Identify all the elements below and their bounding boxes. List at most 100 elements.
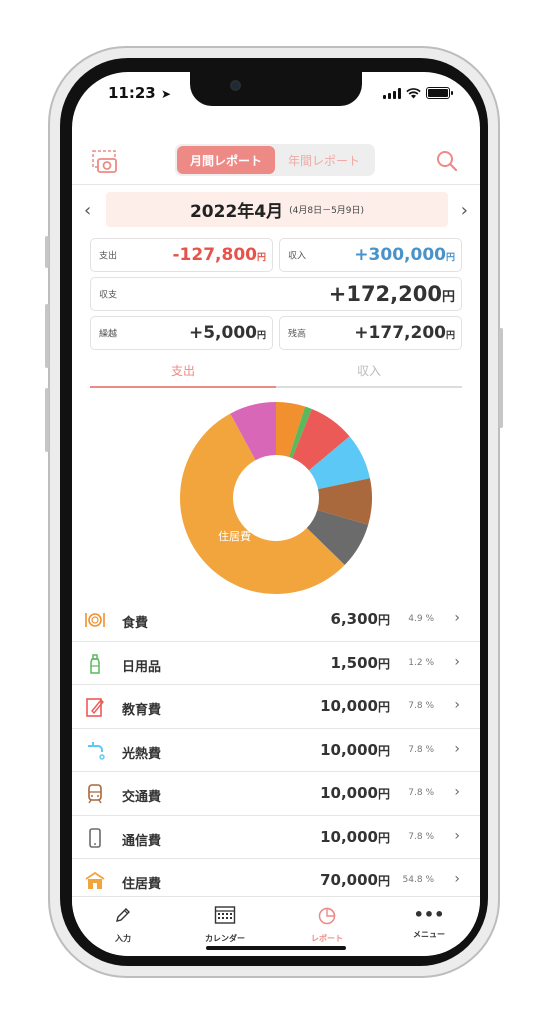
category-amount-value: 10,000 bbox=[320, 827, 378, 846]
category-percent: 54.8 % bbox=[402, 875, 434, 885]
month-selector: ‹ 2022年4月 (4月8日－5月9日) › bbox=[72, 192, 480, 228]
tabbar-input[interactable]: 入力 bbox=[72, 897, 174, 956]
category-amount: 70,000円 bbox=[320, 871, 390, 889]
more-dots-icon: ••• bbox=[413, 905, 445, 924]
category-amount-unit: 円 bbox=[377, 787, 390, 801]
category-percent: 7.8 % bbox=[408, 788, 434, 798]
chevron-right-icon: › bbox=[454, 827, 460, 844]
volume-up-button bbox=[45, 304, 49, 368]
category-amount-unit: 円 bbox=[377, 874, 390, 888]
chevron-right-icon: › bbox=[454, 653, 460, 670]
wifi-icon bbox=[406, 87, 421, 98]
prev-month-button[interactable]: ‹ bbox=[84, 200, 91, 221]
category-amount-value: 10,000 bbox=[320, 697, 378, 715]
screenshot-camera-icon[interactable] bbox=[92, 150, 118, 174]
expense-value: -127,800円 bbox=[172, 245, 266, 265]
category-amount-value: 10,000 bbox=[320, 740, 378, 759]
bottle-icon bbox=[84, 653, 106, 675]
category-name: 食費 bbox=[122, 616, 149, 631]
screen: 11:23 ➤ 月間レポート 年間レポート ‹ 2022年4月 (4月8日－5月… bbox=[72, 72, 480, 956]
tab-monthly-report[interactable]: 月間レポート bbox=[177, 146, 275, 174]
train-icon bbox=[84, 783, 106, 805]
remaining-value: +177,200円 bbox=[354, 323, 455, 343]
category-row-1[interactable]: 日用品 1,500円 1.2 % › bbox=[72, 642, 480, 685]
remaining-unit: 円 bbox=[445, 331, 455, 341]
category-name: 交通費 bbox=[122, 790, 162, 805]
tab-yearly-report[interactable]: 年間レポート bbox=[275, 146, 373, 174]
chevron-right-icon: › bbox=[454, 871, 460, 887]
category-amount: 6,300円 bbox=[331, 610, 390, 628]
calendar-icon bbox=[214, 906, 236, 924]
remaining-amount: +177,200 bbox=[354, 323, 446, 343]
carryover-unit: 円 bbox=[256, 331, 266, 341]
bottom-tab-bar: 入力 カレンダー レポート ••• メニュー bbox=[72, 896, 480, 956]
expense-amount: -127,800 bbox=[172, 245, 257, 265]
tabbar-menu[interactable]: ••• メニュー bbox=[378, 897, 480, 956]
volume-down-button bbox=[45, 388, 49, 452]
category-amount: 10,000円 bbox=[320, 784, 390, 802]
month-pill[interactable]: 2022年4月 (4月8日－5月9日) bbox=[106, 192, 448, 227]
month-range: (4月8日－5月9日) bbox=[289, 206, 365, 216]
category-name: 通信費 bbox=[122, 833, 162, 849]
category-amount-value: 10,000 bbox=[320, 784, 378, 802]
income-card: 収入 +300,000円 bbox=[279, 238, 462, 272]
battery-icon bbox=[426, 87, 453, 99]
notch bbox=[190, 72, 362, 106]
expense-card: 支出 -127,800円 bbox=[90, 238, 273, 272]
silent-switch bbox=[45, 236, 49, 268]
chevron-right-icon: › bbox=[454, 697, 460, 713]
category-row-2[interactable]: 教育費 10,000円 7.8 % › bbox=[72, 685, 480, 729]
category-amount-value: 70,000 bbox=[320, 871, 378, 889]
tabbar-input-label: 入力 bbox=[115, 934, 131, 943]
report-segment-control: 月間レポート 年間レポート bbox=[175, 144, 375, 176]
chevron-right-icon: › bbox=[454, 784, 460, 800]
power-button bbox=[499, 328, 503, 428]
category-row-5[interactable]: 通信費 10,000円 7.8 % › bbox=[72, 816, 480, 859]
tabbar-menu-label: メニュー bbox=[413, 930, 445, 939]
category-amount-unit: 円 bbox=[377, 700, 390, 714]
balance-value: +172,200円 bbox=[329, 282, 455, 306]
category-amount: 10,000円 bbox=[320, 741, 390, 759]
income-value: +300,000円 bbox=[354, 245, 455, 265]
category-row-0[interactable]: 食費 6,300円 4.9 % › bbox=[72, 598, 480, 642]
tab-expense[interactable]: 支出 bbox=[90, 362, 276, 388]
house-icon bbox=[84, 870, 106, 892]
category-row-3[interactable]: 光熱費 10,000円 7.8 % › bbox=[72, 729, 480, 772]
tabbar-calendar-label: カレンダー bbox=[205, 934, 245, 943]
remaining-label: 残高 bbox=[288, 329, 307, 340]
notebook-pencil-icon bbox=[84, 696, 106, 718]
home-indicator bbox=[206, 946, 346, 950]
fork-knife-icon bbox=[84, 609, 106, 631]
category-list: 食費 6,300円 4.9 % › 日用品 1,500円 1.2 % › 教育費 10,000円 7… bbox=[72, 598, 480, 903]
expense-unit: 円 bbox=[256, 253, 266, 263]
expense-label: 支出 bbox=[99, 251, 118, 262]
carryover-card: 繰越 +5,000円 bbox=[90, 316, 273, 350]
search-icon[interactable] bbox=[436, 150, 458, 172]
next-month-button[interactable]: › bbox=[461, 200, 468, 221]
location-arrow-icon: ➤ bbox=[160, 87, 172, 101]
tab-income[interactable]: 収入 bbox=[276, 362, 462, 388]
header-divider bbox=[72, 184, 480, 185]
income-label: 収入 bbox=[288, 251, 307, 262]
category-amount-value: 1,500 bbox=[330, 653, 378, 672]
remaining-card: 残高 +177,200円 bbox=[279, 316, 462, 350]
status-time: 11:23 ➤ bbox=[108, 84, 171, 102]
category-row-4[interactable]: 交通費 10,000円 7.8 % › bbox=[72, 772, 480, 816]
income-amount: +300,000 bbox=[354, 245, 446, 265]
smartphone-icon bbox=[84, 827, 106, 849]
category-name: 住居費 bbox=[122, 877, 162, 892]
chevron-right-icon: › bbox=[454, 610, 460, 626]
phone-frame: 11:23 ➤ 月間レポート 年間レポート ‹ 2022年4月 (4月8日－5月… bbox=[45, 46, 503, 978]
category-name: 日用品 bbox=[122, 659, 162, 675]
expense-donut-chart: 住居費 bbox=[179, 402, 372, 594]
category-amount-value: 6,300 bbox=[330, 610, 378, 628]
faucet-icon bbox=[84, 740, 106, 762]
category-amount-unit: 円 bbox=[377, 613, 390, 627]
balance-label: 収支 bbox=[99, 290, 118, 301]
balance-amount: +172,200 bbox=[328, 282, 442, 306]
category-amount-unit: 円 bbox=[377, 656, 390, 671]
category-amount: 10,000円 bbox=[320, 828, 390, 846]
balance-unit: 円 bbox=[441, 290, 455, 305]
signal-icon bbox=[383, 87, 401, 99]
category-amount-unit: 円 bbox=[377, 830, 390, 845]
